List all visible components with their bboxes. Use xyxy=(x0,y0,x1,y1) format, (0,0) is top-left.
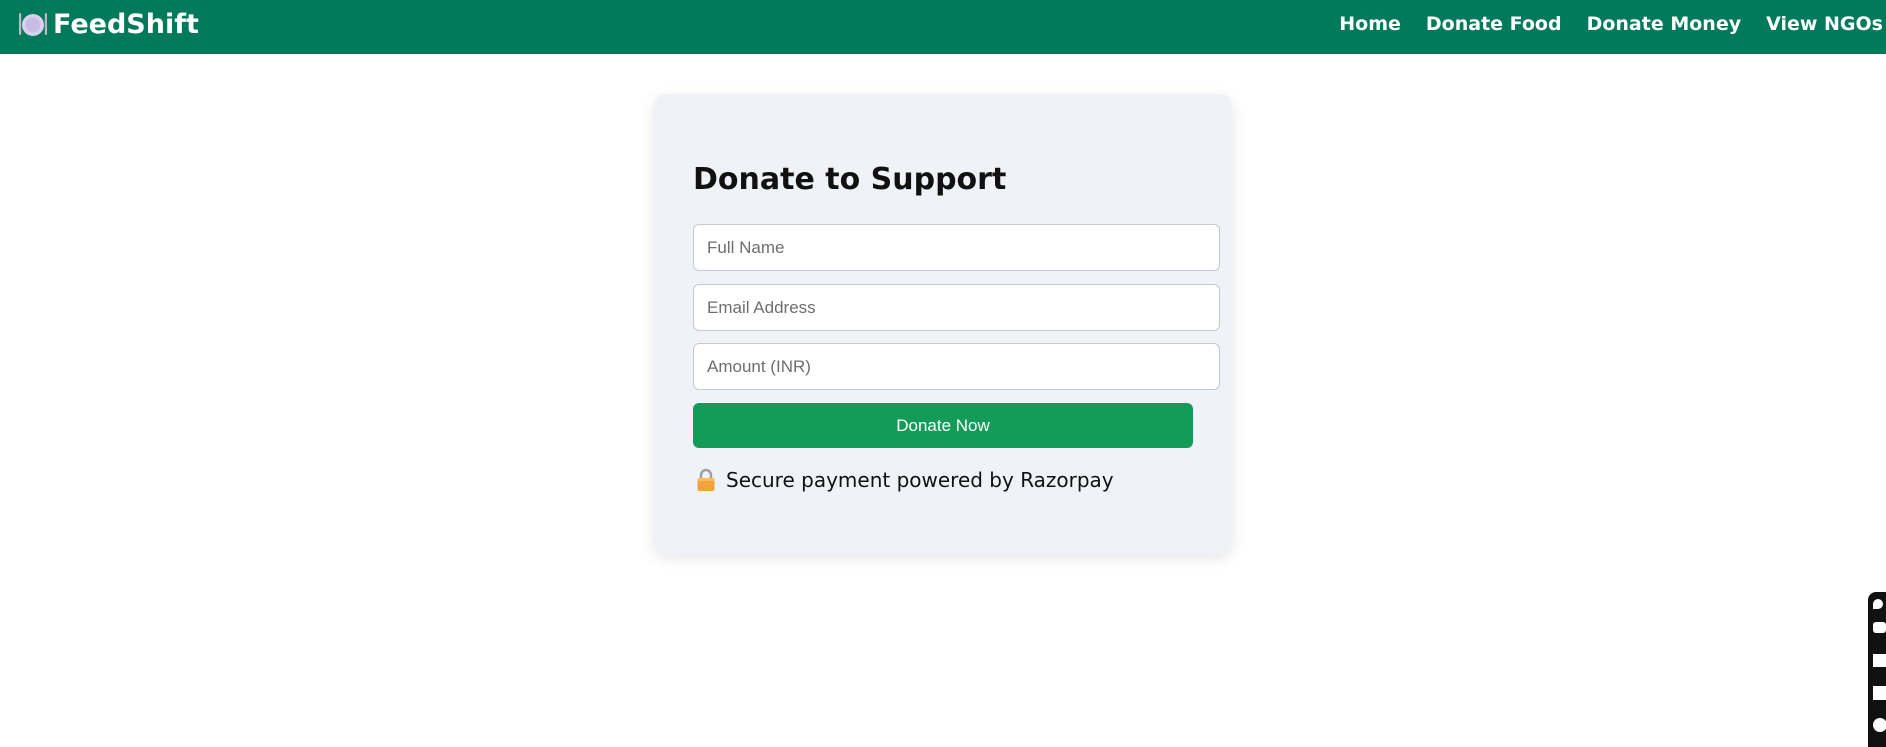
full-name-input[interactable] xyxy=(693,224,1220,271)
donate-now-button[interactable]: Donate Now xyxy=(693,403,1193,448)
rocket-icon[interactable] xyxy=(1873,599,1883,609)
donation-card: Donate to Support Donate Now Secure paym… xyxy=(654,94,1232,554)
nav-links: Home Donate Food Donate Money View NGOs xyxy=(1339,0,1886,51)
secure-payment-text: Secure payment powered by Razorpay xyxy=(726,468,1114,492)
nav-donate-food[interactable]: Donate Food xyxy=(1426,13,1562,35)
lock-icon xyxy=(696,468,716,492)
plate-cutlery-icon xyxy=(18,10,48,38)
brand-name: FeedShift xyxy=(53,8,199,40)
page-title: Donate to Support xyxy=(693,162,1007,197)
copy-icon[interactable] xyxy=(1873,686,1886,700)
gear-icon[interactable] xyxy=(1873,718,1886,732)
secure-payment-note: Secure payment powered by Razorpay xyxy=(696,468,1114,492)
brand-logo[interactable]: FeedShift xyxy=(18,0,199,51)
square-icon[interactable] xyxy=(1873,654,1886,667)
floating-toolbar xyxy=(1868,592,1886,747)
nav-home[interactable]: Home xyxy=(1339,13,1401,35)
email-input[interactable] xyxy=(693,284,1220,331)
top-navbar: FeedShift Home Donate Food Donate Money … xyxy=(0,0,1886,54)
amount-input[interactable] xyxy=(693,343,1220,390)
nav-donate-money[interactable]: Donate Money xyxy=(1587,13,1742,35)
nav-view-ngos[interactable]: View NGOs xyxy=(1766,13,1883,35)
camera-icon[interactable] xyxy=(1873,622,1886,633)
